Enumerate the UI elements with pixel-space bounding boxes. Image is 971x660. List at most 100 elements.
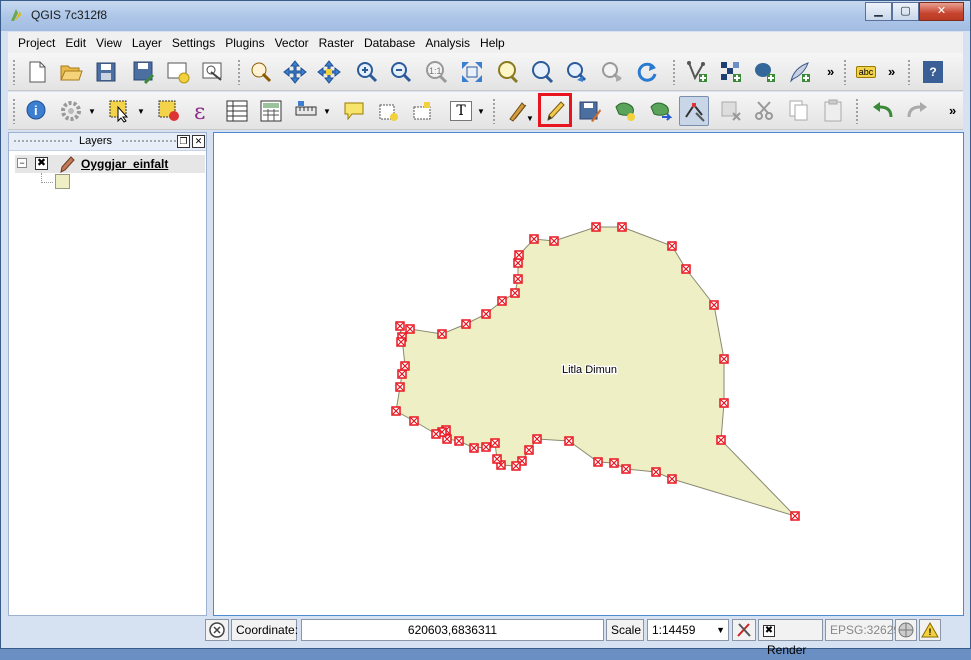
crs-globe-button[interactable]: [895, 619, 917, 641]
save-as-button[interactable]: [128, 57, 158, 87]
toolbar-grip[interactable]: [907, 59, 911, 85]
menu-vector[interactable]: Vector: [270, 36, 314, 50]
menu-database[interactable]: Database: [359, 36, 420, 50]
select-features-button[interactable]: [105, 96, 135, 126]
map-svg[interactable]: Litla Dimun: [214, 133, 963, 615]
refresh-button[interactable]: [632, 57, 662, 87]
toolbar-grip[interactable]: [12, 59, 16, 85]
open-project-button[interactable]: [56, 57, 86, 87]
new-bookmark-button[interactable]: [374, 96, 404, 126]
toolbar-overflow-button[interactable]: »: [827, 64, 834, 79]
layer-name[interactable]: Oyggjar_einfalt: [81, 157, 168, 171]
collapse-toggle[interactable]: −: [17, 158, 27, 168]
map-tips-button[interactable]: [339, 96, 369, 126]
chevron-down-icon[interactable]: ▼: [323, 107, 331, 116]
menu-help[interactable]: Help: [475, 36, 510, 50]
deselect-features-button[interactable]: [154, 96, 184, 126]
map-canvas[interactable]: Litla Dimun: [213, 132, 964, 616]
vector-layer-icon: [687, 61, 707, 82]
composer-manager-button[interactable]: [198, 57, 228, 87]
add-spatialite-layer-button[interactable]: [785, 57, 815, 87]
toolbar-grip[interactable]: [12, 98, 16, 124]
add-vector-layer-button[interactable]: [682, 57, 712, 87]
zoom-last-button[interactable]: [562, 57, 592, 87]
node-tool-button[interactable]: [679, 96, 709, 126]
zoom-in-button[interactable]: [352, 57, 382, 87]
text-annotation-button[interactable]: T: [446, 96, 476, 126]
toolbar-overflow-button[interactable]: »: [888, 64, 895, 79]
save-project-button[interactable]: [91, 57, 121, 87]
menu-plugins[interactable]: Plugins: [220, 36, 269, 50]
new-print-composer-button[interactable]: [163, 57, 193, 87]
chevron-down-icon[interactable]: ▼: [137, 107, 145, 116]
pan-map-button[interactable]: [246, 57, 276, 87]
menu-view[interactable]: View: [91, 36, 127, 50]
render-checkbox[interactable]: ✖: [763, 624, 775, 637]
zoom-next-button[interactable]: [597, 57, 627, 87]
chevron-down-icon[interactable]: ▼: [477, 107, 485, 116]
close-panel-button[interactable]: ✕: [192, 135, 205, 148]
chevron-down-icon[interactable]: ▼: [716, 620, 725, 640]
run-action-button[interactable]: [56, 96, 86, 126]
paste-features-button[interactable]: [818, 96, 848, 126]
scale-combobox[interactable]: 1:14459 ▼: [647, 619, 729, 641]
warning-button[interactable]: !: [919, 619, 941, 641]
coordinate-field[interactable]: 620603,6836311: [301, 619, 604, 641]
zoom-full-button[interactable]: [314, 57, 344, 87]
cut-features-button[interactable]: [750, 96, 780, 126]
copy-features-button[interactable]: [784, 96, 814, 126]
zoom-actual-size-button[interactable]: 1:1: [421, 57, 451, 87]
minimize-button[interactable]: ▁: [865, 2, 892, 21]
menu-settings[interactable]: Settings: [167, 36, 220, 50]
chevron-down-icon[interactable]: ▼: [526, 114, 534, 123]
labeling-button[interactable]: abc: [851, 57, 881, 87]
redo-button[interactable]: [902, 96, 932, 126]
zoom-out-button[interactable]: [386, 57, 416, 87]
menu-project[interactable]: Project: [8, 36, 60, 50]
toggle-editing-button[interactable]: [540, 96, 570, 126]
add-postgis-layer-button[interactable]: [750, 57, 780, 87]
toolbar-grip[interactable]: [492, 98, 496, 124]
open-attribute-table-button[interactable]: [222, 96, 252, 126]
svg-text:ε: ε: [194, 100, 205, 123]
menu-raster[interactable]: Raster: [314, 36, 359, 50]
crs-status-button[interactable]: EPSG:32629: [825, 619, 900, 641]
zoom-to-selection-button[interactable]: [492, 57, 522, 87]
delete-selected-button[interactable]: [716, 96, 746, 126]
show-bookmarks-button[interactable]: [408, 96, 438, 126]
close-button[interactable]: ✕: [919, 2, 964, 21]
messages-button[interactable]: [205, 619, 229, 641]
new-project-button[interactable]: [22, 57, 52, 87]
add-feature-button[interactable]: [610, 96, 640, 126]
measure-line-button[interactable]: [291, 96, 321, 126]
add-raster-layer-button[interactable]: [716, 57, 746, 87]
stop-render-button[interactable]: [732, 619, 756, 641]
toolbar-grip[interactable]: [672, 59, 676, 85]
chevron-down-icon[interactable]: ▼: [88, 107, 96, 116]
title-bar: QGIS 7c312f8 ▁ ▢ ✕: [1, 1, 970, 31]
menu-edit[interactable]: Edit: [60, 36, 91, 50]
toolbar-grip[interactable]: [843, 59, 847, 85]
toolbar-grip[interactable]: [237, 59, 241, 85]
move-feature-button[interactable]: [645, 96, 675, 126]
zoom-full-extent-button[interactable]: [457, 57, 487, 87]
help-button[interactable]: ?: [918, 57, 948, 87]
undo-button[interactable]: [868, 96, 898, 126]
field-calculator-button[interactable]: [256, 96, 286, 126]
maximize-button[interactable]: ▢: [892, 2, 919, 21]
menu-layer[interactable]: Layer: [127, 36, 167, 50]
feature-label: Litla Dimun: [562, 364, 617, 376]
move-feature-icon: [650, 102, 672, 121]
toolbar-overflow-button[interactable]: »: [949, 103, 956, 118]
identify-features-button[interactable]: i: [22, 96, 52, 126]
layer-tree-item[interactable]: − ✖ Oyggjar_einfalt: [15, 155, 205, 173]
layer-visibility-checkbox[interactable]: ✖: [35, 157, 48, 170]
float-panel-button[interactable]: ❐: [177, 135, 190, 148]
save-layer-edits-button[interactable]: [575, 96, 605, 126]
toolbar-grip[interactable]: [855, 98, 859, 124]
select-by-expression-button[interactable]: ε: [188, 96, 218, 126]
pan-to-selection-button[interactable]: [280, 57, 310, 87]
zoom-to-layer-button[interactable]: [527, 57, 557, 87]
render-toggle[interactable]: ✖ Render: [758, 619, 823, 657]
menu-analysis[interactable]: Analysis: [420, 36, 475, 50]
